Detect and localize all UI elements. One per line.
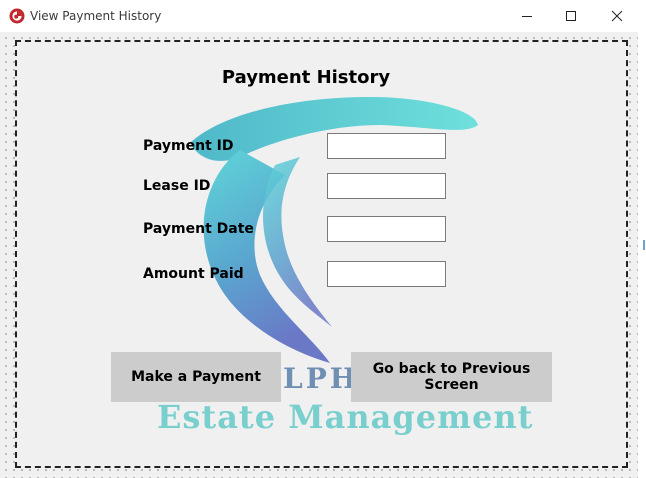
go-back-button[interactable]: Go back to Previous Screen xyxy=(351,352,552,402)
lease-id-label: Lease ID xyxy=(143,178,211,194)
window-edge xyxy=(638,32,646,478)
brand-name-partial: LPH xyxy=(283,362,360,395)
maximize-button[interactable] xyxy=(548,0,594,32)
amount-paid-field[interactable] xyxy=(327,261,446,287)
make-payment-button[interactable]: Make a Payment xyxy=(111,352,281,402)
page-title: Payment History xyxy=(221,67,391,88)
app-logo-icon xyxy=(9,8,25,24)
brand-tagline: Estate Management xyxy=(157,398,534,436)
minimize-button[interactable] xyxy=(504,0,550,32)
amount-paid-label: Amount Paid xyxy=(143,266,244,282)
payment-date-label: Payment Date xyxy=(143,221,254,237)
lease-id-field[interactable] xyxy=(327,173,446,199)
payment-id-label: Payment ID xyxy=(143,138,234,154)
close-button[interactable] xyxy=(594,0,640,32)
minimize-icon xyxy=(522,16,532,17)
payment-id-field[interactable] xyxy=(327,133,446,159)
resize-grip[interactable] xyxy=(643,240,645,250)
close-icon xyxy=(611,10,623,22)
maximize-icon xyxy=(566,11,576,21)
payment-date-field[interactable] xyxy=(327,216,446,242)
title-bar[interactable]: View Payment History xyxy=(0,0,646,32)
window-title: View Payment History xyxy=(30,9,162,23)
